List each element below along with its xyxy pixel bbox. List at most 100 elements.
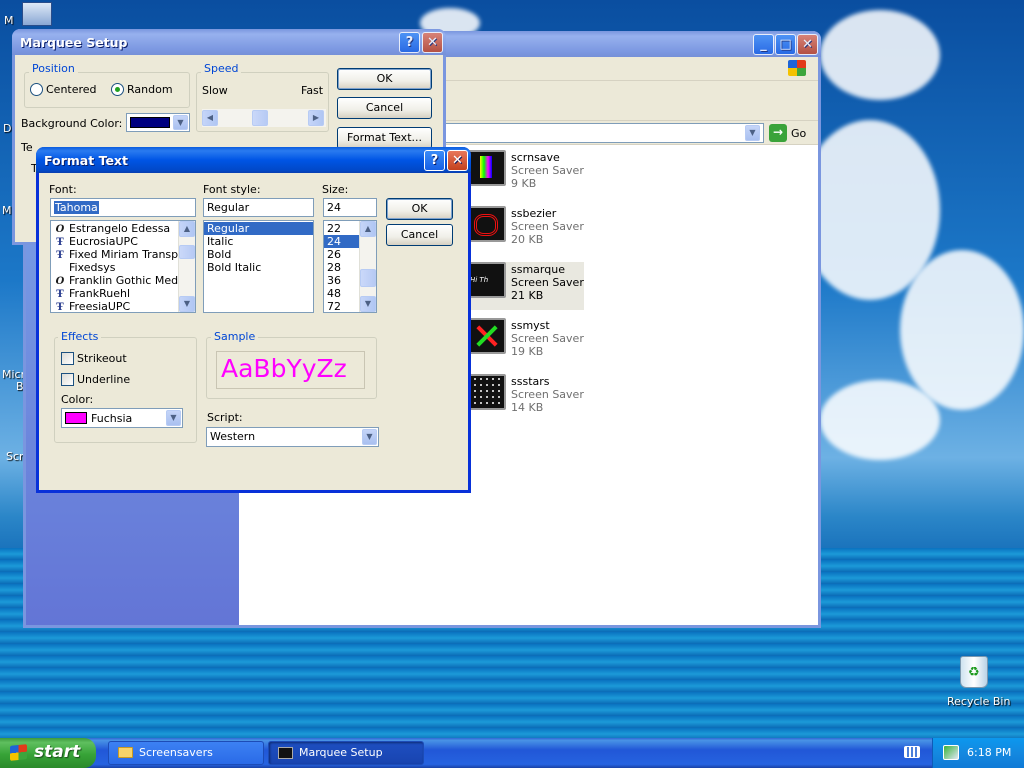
- size-item[interactable]: 24: [324, 235, 359, 248]
- size-list[interactable]: 22 24 26 28 36 48 72 ▲ ▼: [323, 220, 377, 313]
- clock[interactable]: 6:18 PM: [967, 746, 1011, 759]
- centered-label[interactable]: Centered: [46, 83, 97, 96]
- file-name: ssmyst: [511, 319, 550, 332]
- slider-right-button[interactable]: ▶: [308, 110, 324, 126]
- recycle-bin-label[interactable]: Recycle Bin: [947, 695, 1010, 708]
- font-style-item[interactable]: Italic: [204, 235, 313, 248]
- font-list[interactable]: O Estrangelo Edessa Ŧ EucrosiaUPC Ŧ Fixed M…: [50, 220, 196, 313]
- file-item-ssstars[interactable]: ssstars Screen Saver 14 KB: [464, 374, 584, 422]
- color-value: Fuchsia: [91, 412, 133, 425]
- maximize-button[interactable]: □: [775, 34, 796, 55]
- close-button[interactable]: ✕: [797, 34, 818, 55]
- close-button[interactable]: ✕: [447, 150, 468, 171]
- windows-flag-icon: [10, 744, 27, 761]
- scroll-thumb[interactable]: [179, 245, 195, 259]
- file-size: 20 KB: [511, 233, 544, 246]
- font-style-list[interactable]: Regular Italic Bold Bold Italic: [203, 220, 314, 313]
- size-input[interactable]: 24: [323, 198, 377, 217]
- speed-slider[interactable]: ◀ ▶: [202, 109, 326, 127]
- taskbar-item-marquee-setup[interactable]: Marquee Setup: [268, 741, 424, 765]
- ok-button[interactable]: OK: [386, 198, 453, 220]
- file-type: Screen Saver: [511, 332, 584, 345]
- color-swatch: [65, 412, 87, 424]
- address-dropdown-button[interactable]: ▼: [745, 125, 760, 141]
- bg-color-select[interactable]: ▼: [126, 113, 190, 132]
- fast-label: Fast: [301, 84, 324, 97]
- ok-button[interactable]: OK: [337, 68, 432, 90]
- help-button[interactable]: ?: [424, 150, 445, 171]
- keyboard-icon[interactable]: [904, 746, 920, 758]
- strikeout-checkbox[interactable]: [61, 352, 74, 365]
- script-select[interactable]: Western ▼: [206, 427, 379, 447]
- format-title-bar[interactable]: Format Text ? ✕: [36, 147, 471, 173]
- script-label: Script:: [207, 411, 243, 424]
- file-size: 21 KB: [511, 289, 544, 302]
- size-item[interactable]: 26: [324, 248, 359, 261]
- font-label: Font:: [49, 183, 77, 196]
- go-button-label[interactable]: Go: [791, 127, 806, 140]
- size-list-scrollbar[interactable]: ▲ ▼: [359, 221, 376, 312]
- scroll-thumb[interactable]: [360, 269, 376, 287]
- slider-thumb[interactable]: [252, 110, 268, 126]
- scroll-down-button[interactable]: ▼: [179, 296, 195, 312]
- size-item[interactable]: 72: [324, 300, 359, 312]
- file-item-ssmarque[interactable]: Hi Th ssmarque Screen Saver 21 KB: [464, 262, 584, 310]
- font-list-item[interactable]: Fixedsys: [51, 261, 195, 274]
- position-group-label: Position: [29, 62, 78, 75]
- recycle-bin-icon[interactable]: ♻: [960, 656, 988, 688]
- font-list-item[interactable]: Ŧ FrankRuehl: [51, 287, 195, 300]
- size-label: Size:: [322, 183, 349, 196]
- desktop-icon-label[interactable]: M: [4, 14, 14, 27]
- format-text-button[interactable]: Format Text...: [337, 127, 432, 149]
- font-style-item[interactable]: Regular: [204, 222, 313, 235]
- centered-radio[interactable]: [30, 83, 43, 96]
- random-label[interactable]: Random: [127, 83, 173, 96]
- help-button[interactable]: ?: [399, 32, 420, 53]
- font-list-item[interactable]: Ŧ EucrosiaUPC: [51, 235, 195, 248]
- close-button[interactable]: ✕: [422, 32, 443, 53]
- bg-color-swatch: [130, 117, 170, 128]
- font-list-item[interactable]: Ŧ Fixed Miriam Transparent: [51, 248, 195, 261]
- font-list-item[interactable]: O Franklin Gothic Medium: [51, 274, 195, 287]
- chevron-down-icon[interactable]: ▼: [173, 115, 188, 130]
- random-radio[interactable]: [111, 83, 124, 96]
- font-list-item[interactable]: Ŧ FreesiaUPC: [51, 300, 195, 312]
- strikeout-label[interactable]: Strikeout: [77, 352, 127, 365]
- network-icon[interactable]: [943, 745, 959, 760]
- color-select[interactable]: Fuchsia ▼: [61, 408, 183, 428]
- size-item[interactable]: 48: [324, 287, 359, 300]
- marquee-title-bar[interactable]: Marquee Setup ? ✕: [12, 29, 446, 55]
- opentype-icon: O: [55, 224, 65, 235]
- minimize-button[interactable]: _: [753, 34, 774, 55]
- font-style-item[interactable]: Bold: [204, 248, 313, 261]
- taskbar-item-screensavers[interactable]: Screensavers: [108, 741, 264, 765]
- font-input[interactable]: Tahoma: [50, 198, 196, 217]
- file-item-scrnsave[interactable]: scrnsave Screen Saver 9 KB: [464, 150, 584, 198]
- desktop-icon-label[interactable]: D: [3, 122, 11, 135]
- scroll-up-button[interactable]: ▲: [179, 221, 195, 237]
- font-style-item[interactable]: Bold Italic: [204, 261, 313, 274]
- sample-group-label: Sample: [211, 330, 259, 343]
- scroll-up-button[interactable]: ▲: [360, 221, 376, 237]
- size-item[interactable]: 22: [324, 222, 359, 235]
- font-list-scrollbar[interactable]: ▲ ▼: [178, 221, 195, 312]
- slider-left-button[interactable]: ◀: [202, 110, 218, 126]
- size-item[interactable]: 28: [324, 261, 359, 274]
- cancel-button[interactable]: Cancel: [337, 97, 432, 119]
- chevron-down-icon[interactable]: ▼: [362, 429, 377, 445]
- scroll-down-button[interactable]: ▼: [360, 296, 376, 312]
- size-item[interactable]: 36: [324, 274, 359, 287]
- font-style-input[interactable]: Regular: [203, 198, 314, 217]
- file-item-ssbezier[interactable]: ssbezier Screen Saver 20 KB: [464, 206, 584, 254]
- chevron-down-icon[interactable]: ▼: [166, 410, 181, 426]
- cancel-button[interactable]: Cancel: [386, 224, 453, 246]
- my-computer-icon[interactable]: [22, 2, 52, 26]
- truetype-icon: Ŧ: [56, 237, 64, 248]
- go-arrow-icon[interactable]: →: [769, 124, 787, 142]
- start-button[interactable]: start: [0, 738, 96, 768]
- file-item-ssmyst[interactable]: ssmyst Screen Saver 19 KB: [464, 318, 584, 366]
- desktop-icon-label[interactable]: Scr: [6, 450, 24, 463]
- underline-checkbox[interactable]: [61, 373, 74, 386]
- font-list-item[interactable]: O Estrangelo Edessa: [51, 222, 195, 235]
- underline-label[interactable]: Underline: [77, 373, 130, 386]
